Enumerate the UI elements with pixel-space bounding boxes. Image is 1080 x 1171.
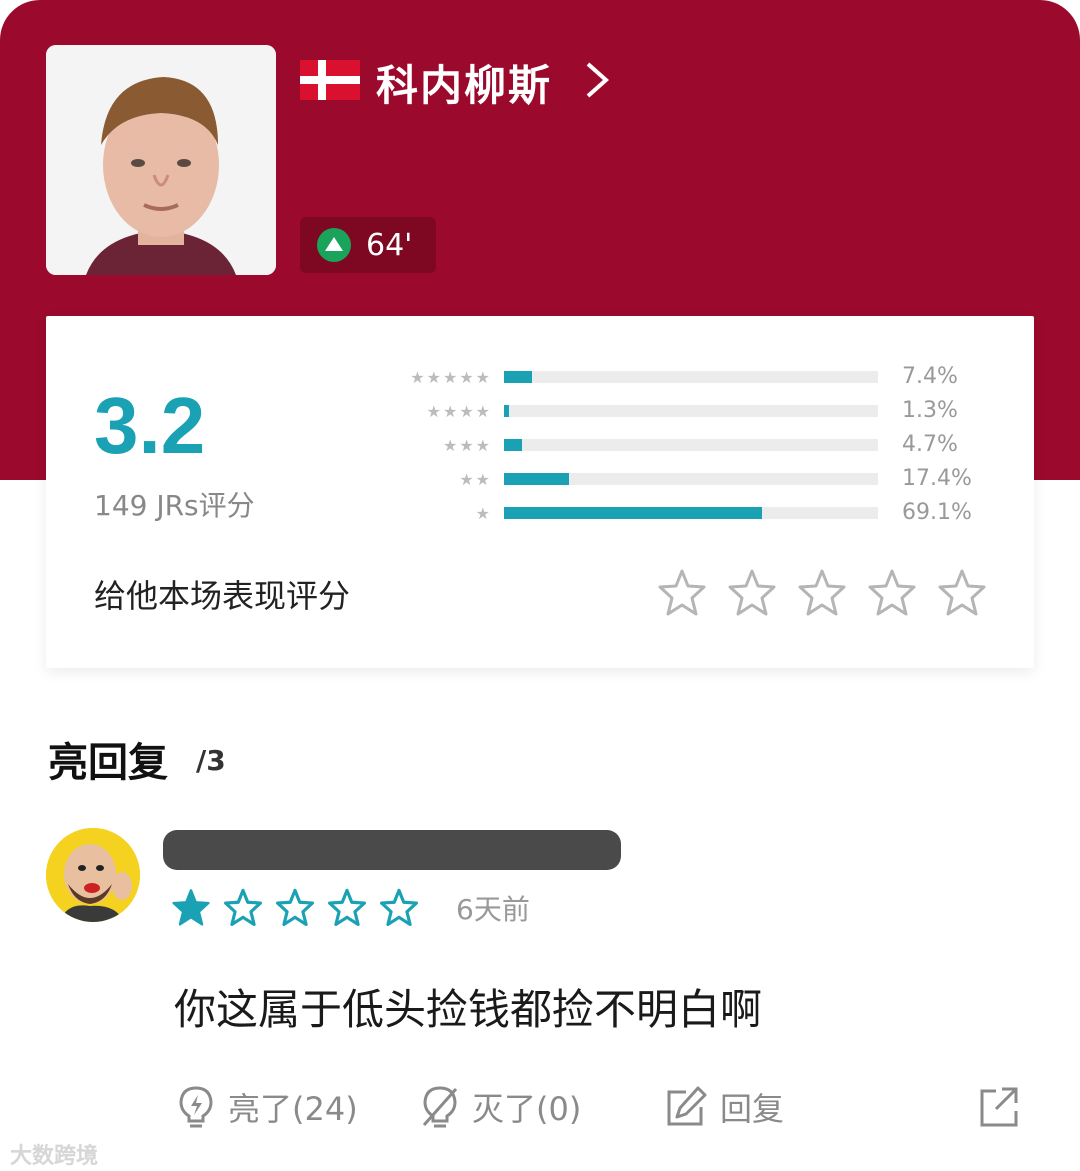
section-count: /3: [196, 744, 226, 777]
distribution-fill: [504, 439, 522, 451]
chevron-right-icon[interactable]: [578, 58, 618, 102]
reply-label: 回复: [720, 1090, 785, 1128]
distribution-track: [504, 405, 878, 417]
distribution-track: [504, 439, 878, 451]
share-external-icon: [980, 1087, 1018, 1127]
avatar-cartoon-image: [46, 828, 140, 922]
distribution-percent: 1.3%: [902, 398, 958, 423]
distribution-fill: [504, 473, 570, 485]
share-button[interactable]: [978, 1082, 1020, 1132]
section-title: 亮回复: [48, 740, 168, 786]
distribution-percent: 4.7%: [902, 432, 958, 457]
rate-star-1-icon[interactable]: [658, 568, 706, 616]
distribution-fill: [504, 507, 763, 519]
distribution-row-2: ★ ★ 17.4%: [376, 466, 996, 491]
edit-icon: [667, 1086, 707, 1126]
username-redacted: [163, 830, 621, 870]
rating-card: 3.2 149 JRs评分 ★ ★ ★ ★ ★ 7.4% ★ ★ ★ ★ 1.3% ★ ★ ★ 4…: [46, 316, 1034, 668]
distribution-row-1: ★ 69.1%: [376, 500, 996, 525]
like-label: 亮了(24): [228, 1090, 358, 1128]
distribution-fill: [504, 405, 509, 417]
distribution-track: [504, 473, 878, 485]
one-star-icon: ★: [475, 504, 490, 523]
two-star-icons: ★ ★: [459, 470, 490, 489]
dislike-button[interactable]: 灭了(0): [420, 1082, 581, 1132]
star-filled-icon: [172, 889, 210, 926]
distribution-fill: [504, 371, 532, 383]
rate-star-5-icon[interactable]: [938, 568, 986, 616]
rating-count: 149 JRs评分: [94, 489, 255, 522]
distribution-row-4: ★ ★ ★ ★ 1.3%: [376, 398, 996, 423]
distribution-track: [504, 507, 878, 519]
average-score: 3.2: [94, 381, 206, 470]
rate-star-4-icon[interactable]: [868, 568, 916, 616]
like-button[interactable]: 亮了(24): [176, 1082, 358, 1132]
dim-lightbulb-icon: [422, 1086, 458, 1128]
denmark-flag-icon: [300, 60, 360, 100]
sub-in-icon: [317, 228, 351, 262]
star-outline-icon: [276, 888, 314, 926]
rate-star-2-icon[interactable]: [728, 568, 776, 616]
five-star-icons: ★ ★ ★ ★ ★: [410, 368, 490, 387]
comment-text[interactable]: 你这属于低头捡钱都捡不明白啊: [174, 976, 762, 1037]
player-portrait-image: [46, 45, 276, 275]
comment-time: 6天前: [456, 893, 530, 926]
four-star-icons: ★ ★ ★ ★: [426, 402, 490, 421]
distribution-row-3: ★ ★ ★ 4.7%: [376, 432, 996, 457]
distribution-percent: 7.4%: [902, 364, 958, 389]
player-photo[interactable]: [46, 45, 276, 275]
star-outline-icon: [328, 888, 366, 926]
three-star-icons: ★ ★ ★: [442, 436, 490, 455]
distribution-percent: 69.1%: [902, 500, 972, 525]
reply-button[interactable]: 回复: [664, 1082, 784, 1132]
star-outline-icon: [224, 888, 262, 926]
substitution-badge: 64': [300, 217, 436, 273]
star-outline-icon: [380, 888, 418, 926]
distribution-row-5: ★ ★ ★ ★ ★ 7.4%: [376, 364, 996, 389]
sub-minute: 64': [366, 228, 413, 263]
dislike-label: 灭了(0): [472, 1090, 582, 1128]
lightbulb-icon: [179, 1086, 213, 1128]
rate-star-3-icon[interactable]: [798, 568, 846, 616]
rate-prompt: 给他本场表现评分: [94, 577, 351, 615]
avatar[interactable]: [46, 828, 140, 922]
user-rating-stars: [172, 888, 418, 926]
distribution-track: [504, 371, 878, 383]
watermark: 大数跨境: [10, 1144, 99, 1169]
player-name[interactable]: 科内柳斯: [376, 52, 552, 113]
rate-star-group[interactable]: [658, 568, 986, 616]
distribution-percent: 17.4%: [902, 466, 972, 491]
